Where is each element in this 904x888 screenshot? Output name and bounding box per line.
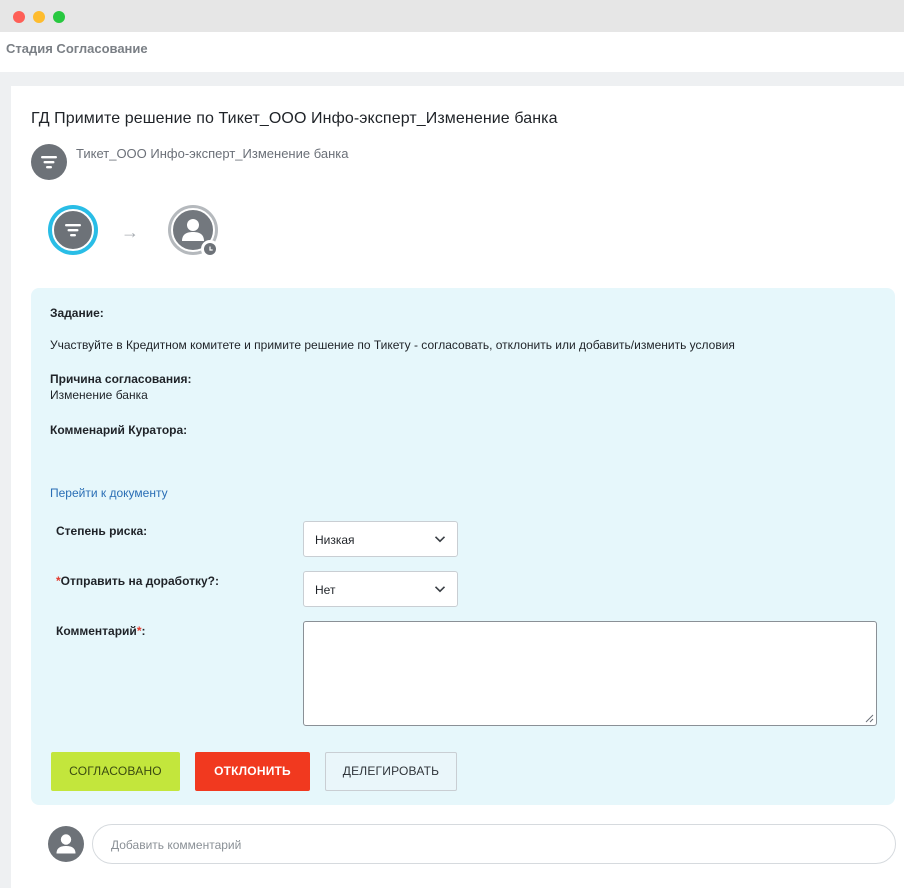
maximize-window-button[interactable] <box>53 11 65 23</box>
rework-select-value: Нет <box>315 583 336 597</box>
rework-label: *Отправить на доработку?: <box>56 574 219 588</box>
task-title: ГД Примите решение по Тикет_ООО Инфо-экс… <box>31 110 558 127</box>
comment-label-suffix: : <box>141 624 146 638</box>
task-subtitle: Тикет_ООО Инфо-эксперт_Изменение банка <box>76 146 349 161</box>
task-card: ГД Примите решение по Тикет_ООО Инфо-экс… <box>11 86 904 888</box>
delegate-button[interactable]: ДЕЛЕГИРОВАТЬ <box>325 752 457 791</box>
go-to-document-link[interactable]: Перейти к документу <box>50 486 168 500</box>
task-panel: Задание: Участвуйте в Кредитном комитете… <box>31 288 895 805</box>
risk-select-value: Низкая <box>315 533 355 547</box>
rework-select[interactable]: Нет <box>303 571 458 607</box>
reject-button[interactable]: ОТКЛОНИТЬ <box>195 752 310 791</box>
curator-comment-label: Комменарий Куратора: <box>50 423 188 437</box>
flow-arrow-icon: → <box>121 222 139 242</box>
reason-value: Изменение банка <box>50 388 148 402</box>
approve-button[interactable]: СОГЛАСОВАНО <box>51 752 180 791</box>
reason-label: Причина согласования: <box>50 372 192 386</box>
stage-title: Стадия Согласование <box>6 41 148 56</box>
risk-label: Степень риска: <box>56 524 148 538</box>
stage-header: Стадия Согласование <box>0 32 904 72</box>
minimize-window-button[interactable] <box>33 11 45 23</box>
assignment-text: Участвуйте в Кредитном комитете и примит… <box>50 338 735 352</box>
risk-select[interactable]: Низкая <box>303 521 458 557</box>
comment-label: Комментарий*: <box>56 624 145 638</box>
assignment-label: Задание: <box>50 306 104 320</box>
filter-icon <box>52 209 94 251</box>
rework-label-text: Отправить на доработку?: <box>60 574 220 588</box>
add-comment-placeholder: Добавить комментарий <box>111 838 242 852</box>
window-titlebar <box>0 0 904 32</box>
add-comment-input[interactable]: Добавить комментарий <box>92 824 896 864</box>
current-user-avatar-icon <box>48 826 84 862</box>
chevron-down-icon <box>434 533 446 548</box>
comment-label-text: Комментарий <box>56 624 137 638</box>
flow-step-current[interactable] <box>48 205 98 255</box>
clock-icon <box>201 240 219 258</box>
comment-textarea[interactable] <box>303 621 877 726</box>
resize-handle-icon[interactable] <box>865 714 874 723</box>
close-window-button[interactable] <box>13 11 25 23</box>
chevron-down-icon <box>434 583 446 598</box>
task-type-filter-icon <box>31 144 67 180</box>
